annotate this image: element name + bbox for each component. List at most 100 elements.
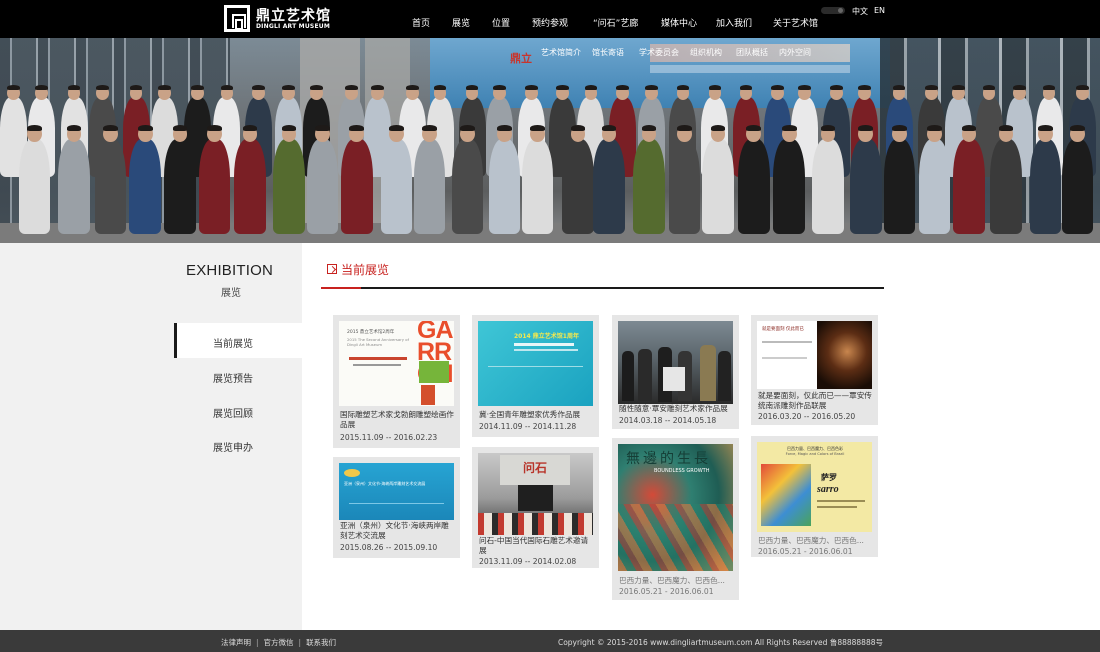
- museum-logo[interactable]: 鼎立艺术馆 DINGLI ART MUSEUM: [224, 5, 330, 33]
- sidebar-item-label: 展览申办: [213, 443, 253, 454]
- exhibition-title: 随性随意·覃安雕刻艺术家作品展: [619, 404, 728, 413]
- exhibition-thumbnail: [618, 321, 733, 404]
- footer: 法律声明 | 官方微信 | 联系我们 Copyright © 2015-2016 www…: [0, 630, 1100, 652]
- crowd-hair: [406, 85, 420, 91]
- crowd-person: [773, 138, 805, 234]
- crowd-person: [129, 138, 161, 234]
- nav-home[interactable]: 首页: [412, 16, 430, 29]
- exhibition-card[interactable]: 随性随意·覃安雕刻艺术家作品展 2014.03.18 -- 2014.05.18: [612, 315, 739, 429]
- subnav-academic-committee[interactable]: 学术委员会: [639, 47, 679, 58]
- exhibition-date: 2015.11.09 -- 2016.02.23: [340, 433, 438, 442]
- crowd-hair: [858, 85, 872, 91]
- crowd-hair: [282, 85, 295, 91]
- crowd-hair: [191, 85, 204, 91]
- exhibition-card[interactable]: 2015 鼎立艺术馆2周年 2015 The Second Anniversar…: [333, 315, 460, 448]
- nav-media-center[interactable]: 媒体中心: [661, 16, 697, 29]
- exhibition-title: 亚洲（泉州）文化节·海峡两岸雕刻艺术交流展: [340, 521, 449, 540]
- crowd-hair: [952, 85, 965, 91]
- crowd-hair: [570, 125, 586, 132]
- crowd-hair: [433, 85, 447, 91]
- sidebar-item-label: 展览预告: [213, 374, 253, 385]
- sidebar-item-past-exhibitions[interactable]: 展览回顾: [174, 393, 302, 428]
- sidebar-item-upcoming-exhibitions[interactable]: 展览预告: [174, 358, 302, 393]
- banner-group-photo: 鼎立: [0, 38, 1100, 243]
- crowd-person: [850, 138, 882, 234]
- exhibition-date: 2016.05.21 - 2016.06.01: [619, 587, 714, 596]
- exhibition-date: 2013.11.09 -- 2014.02.08: [479, 557, 577, 566]
- crowd-person: [451, 138, 484, 234]
- exhibition-card[interactable]: 就是要面刻 仅此而已 就是要面刻，仅此而已——覃安传统南派雕刻作品联展 2016…: [751, 315, 878, 425]
- crowd-hair: [781, 125, 797, 132]
- sidebar-item-exhibition-application[interactable]: 展览申办: [174, 427, 302, 462]
- nav-wenshi-gallery[interactable]: “问石”艺廊: [593, 16, 638, 29]
- subnav-team-overview[interactable]: 团队概括: [736, 47, 768, 58]
- crowd-hair: [496, 125, 512, 132]
- crowd-hair: [345, 85, 358, 91]
- crowd-person: [668, 138, 701, 234]
- crowd-person: [306, 138, 339, 234]
- crowd-person: [702, 138, 734, 234]
- exhibition-date: 2016.05.21 - 2016.06.01: [758, 547, 853, 556]
- crowd-hair: [677, 125, 693, 132]
- exhibition-thumbnail: 巴西力量、巴西魔力、巴西色彩 Force, Magic and Colors o…: [757, 442, 872, 532]
- nav-exhibitions[interactable]: 展览: [452, 16, 470, 29]
- search-icon: [838, 8, 843, 13]
- nav-visit-booking[interactable]: 预约参观: [532, 16, 568, 29]
- exhibition-thumbnail: 無邊的生長 BOUNDLESS GROWTH: [618, 444, 733, 571]
- crowd-hair: [172, 125, 188, 132]
- crowd-hair: [982, 85, 996, 91]
- exhibition-card[interactable]: 亚洲（泉州）文化节·海峡两岸雕刻艺术交流展 亚洲（泉州）文化节·海峡两岸雕刻艺术…: [333, 457, 460, 558]
- crowd-hair: [315, 125, 330, 132]
- crowd-hair: [349, 125, 365, 132]
- section-header: 当前展览: [321, 259, 884, 289]
- footer-link-wechat[interactable]: 官方微信: [264, 638, 294, 647]
- exhibition-thumbnail: 问石: [478, 453, 593, 535]
- subnav-organization[interactable]: 组织机构: [690, 47, 722, 58]
- crowd-hair: [961, 125, 977, 132]
- footer-link-contact[interactable]: 联系我们: [306, 638, 336, 647]
- crowd-person: [1061, 138, 1094, 234]
- nav-join-us[interactable]: 加入我们: [716, 16, 752, 29]
- crowd-hair: [1038, 125, 1053, 132]
- exhibition-thumbnail: 2014 鼎立艺术馆1周年: [478, 321, 593, 406]
- section-icon: [327, 264, 337, 274]
- crowd-person: [413, 138, 446, 234]
- subnav-spaces[interactable]: 内外空间: [779, 47, 811, 58]
- crowd-person: [953, 138, 985, 234]
- crowd-hair: [35, 85, 48, 91]
- exhibition-thumbnail: 就是要面刻 仅此而已: [757, 321, 872, 389]
- sidebar-title-en: EXHIBITION: [186, 262, 274, 279]
- subnav-museum-intro[interactable]: 艺术馆简介: [541, 47, 581, 58]
- crowd-hair: [129, 85, 143, 91]
- crowd-hair: [641, 125, 657, 132]
- lang-en-link[interactable]: EN: [874, 6, 885, 15]
- crowd-hair: [1070, 125, 1086, 132]
- crowd-person: [94, 138, 127, 234]
- crowd-hair: [158, 85, 171, 91]
- exhibition-title: 问石-中国当代国际石雕艺术邀请展: [479, 536, 589, 555]
- crowd-hair: [525, 85, 538, 91]
- crowd-hair: [927, 125, 942, 132]
- exhibition-card[interactable]: 巴西力量、巴西魔力、巴西色彩 Force, Magic and Colors o…: [751, 436, 878, 557]
- logo-name-en: DINGLI ART MUSEUM: [256, 23, 330, 30]
- crowd-hair: [370, 85, 384, 91]
- crowd-person: [521, 138, 554, 234]
- crowd-hair: [820, 125, 836, 132]
- crowd-hair: [924, 85, 938, 91]
- crowd-person: [883, 138, 916, 234]
- search-toggle[interactable]: [821, 7, 845, 14]
- nav-location[interactable]: 位置: [492, 16, 510, 29]
- sidebar-item-current-exhibitions[interactable]: 当前展览: [174, 323, 302, 358]
- crowd-hair: [96, 85, 109, 91]
- crowd-person: [812, 138, 844, 234]
- footer-link-legal[interactable]: 法律声明: [221, 638, 251, 647]
- crowd-hair: [460, 125, 475, 132]
- exhibition-card[interactable]: 無邊的生長 BOUNDLESS GROWTH 巴西力量、巴西魔力、巴西色... …: [612, 438, 739, 600]
- exhibition-card[interactable]: 问石 问石-中国当代国际石雕艺术邀请展 2013.11.09 -- 2014.0…: [472, 447, 599, 568]
- nav-about-museum[interactable]: 关于艺术馆: [773, 16, 819, 43]
- exhibition-card[interactable]: 2014 鼎立艺术馆1周年 冀·全国青年雕塑家优秀作品展 2014.11.09 …: [472, 315, 599, 437]
- lang-cn-link[interactable]: 中文: [852, 6, 868, 17]
- crowd-person: [18, 138, 51, 234]
- subnav-director-message[interactable]: 馆长寄语: [592, 47, 624, 58]
- crowd-hair: [584, 85, 598, 91]
